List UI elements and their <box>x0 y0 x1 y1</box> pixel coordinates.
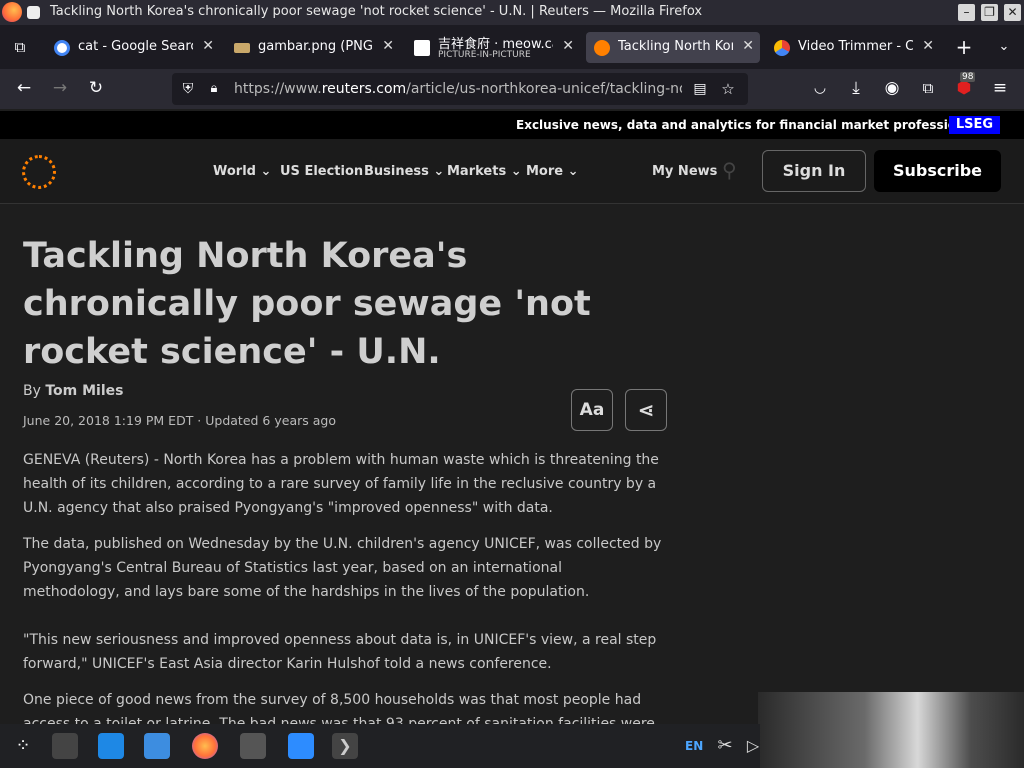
minimize-button[interactable]: – <box>958 4 975 21</box>
lseg-badge[interactable]: LSEG <box>949 116 1000 134</box>
app-launcher-icon[interactable]: ⁘ <box>10 733 36 759</box>
video-trimmer-icon <box>774 40 790 56</box>
tab-label: Tackling North Korea <box>618 39 733 54</box>
navigation-toolbar: ← → ↻ ⛨ 🔒︎ https://www.reuters.com/artic… <box>0 69 1024 109</box>
pip-video[interactable] <box>758 692 1024 768</box>
tab-google[interactable]: cat - Google Search ✕ <box>46 32 220 63</box>
scissors-icon[interactable]: ✂ <box>712 733 738 759</box>
nav-markets[interactable]: Markets ⌄ <box>447 164 522 179</box>
new-tab-icon[interactable]: + <box>952 35 976 59</box>
article-paragraph: One piece of good news from the survey o… <box>23 692 655 724</box>
bookmark-star-icon[interactable]: ☆ <box>716 77 740 101</box>
pocket-icon[interactable]: ◡ <box>808 76 832 100</box>
tab-list-chevron-icon[interactable]: ⌄ <box>992 35 1016 59</box>
close-tab-icon[interactable]: ✕ <box>562 38 574 54</box>
url-bar[interactable]: ⛨ 🔒︎ https://www.reuters.com/article/us-… <box>172 73 748 105</box>
window-title: Tackling North Korea's chronically poor … <box>50 4 703 19</box>
reload-icon[interactable]: ↻ <box>84 76 108 100</box>
url-text[interactable]: https://www.reuters.com/article/us-north… <box>234 81 682 97</box>
tab-overview-icon[interactable]: ⧉ <box>8 35 32 59</box>
close-tab-icon[interactable]: ✕ <box>382 38 394 54</box>
tab-video-trimmer[interactable]: Video Trimmer - Cut ✕ <box>766 32 940 63</box>
tab-gambar[interactable]: gambar.png (PNG Image ✕ <box>226 32 400 63</box>
keyboard-layout[interactable]: EN <box>685 739 703 753</box>
terminal-icon[interactable]: ❯ <box>332 733 358 759</box>
tab-label: Video Trimmer - Cut <box>798 39 913 54</box>
close-tab-icon[interactable]: ✕ <box>202 38 214 54</box>
share-icon[interactable]: ⋖ <box>625 389 667 431</box>
tab-meow-pip[interactable]: 吉祥食府 · meow.cat PICTURE-IN-PICTURE ✕ <box>406 32 580 63</box>
article-paragraph: "This new seriousness and improved openn… <box>23 632 657 672</box>
article-paragraph: The data, published on Wednesday by the … <box>23 536 662 600</box>
tab-bar: ⧉ cat - Google Search ✕ gambar.png (PNG … <box>0 25 1024 69</box>
image-icon <box>234 43 250 53</box>
media-play-icon[interactable]: ▷ <box>740 733 766 759</box>
reuters-logo-icon[interactable] <box>22 155 56 189</box>
extension-badge: 98 <box>960 72 976 82</box>
menu-icon[interactable]: ≡ <box>988 76 1012 100</box>
nav-business[interactable]: Business ⌄ <box>364 164 444 179</box>
text-size-button[interactable]: Aa <box>571 389 613 431</box>
document-icon[interactable] <box>288 733 314 759</box>
firefox-logo-icon <box>2 2 22 22</box>
store-icon[interactable] <box>98 733 124 759</box>
file-manager-icon[interactable] <box>144 733 170 759</box>
close-tab-icon[interactable]: ✕ <box>742 38 754 54</box>
account-icon[interactable]: ◉ <box>880 76 904 100</box>
lock-icon[interactable]: 🔒︎ <box>202 77 226 101</box>
forward-icon[interactable]: → <box>48 76 72 100</box>
google-icon <box>54 40 70 56</box>
downloads-icon[interactable]: ⤓ <box>844 76 868 100</box>
pip-label: PICTURE-IN-PICTURE <box>438 50 531 60</box>
close-window-button[interactable]: ✕ <box>1004 4 1021 21</box>
promo-text[interactable]: Exclusive news, data and analytics for f… <box>516 118 984 132</box>
tab-reuters-active[interactable]: Tackling North Korea ✕ <box>586 32 760 63</box>
cat-icon <box>414 40 430 56</box>
tab-label: gambar.png (PNG Image <box>258 39 373 54</box>
back-icon[interactable]: ← <box>12 76 36 100</box>
sign-in-button[interactable]: Sign In <box>762 150 866 192</box>
reader-view-icon[interactable]: ▤ <box>688 77 712 101</box>
my-news-link[interactable]: My News <box>652 164 717 179</box>
author-link[interactable]: Tom Miles <box>45 383 123 399</box>
tab-label: cat - Google Search <box>78 39 193 54</box>
maximize-button[interactable]: ❐ <box>981 4 998 21</box>
article-headline: Tackling North Korea's chronically poor … <box>23 236 591 372</box>
shield-icon[interactable]: ⛨ <box>176 77 200 101</box>
search-icon[interactable]: ⚲ <box>722 158 737 182</box>
video-player-icon[interactable] <box>240 733 266 759</box>
article-paragraph: GENEVA (Reuters) - North Korea has a pro… <box>23 452 659 516</box>
subscribe-button[interactable]: Subscribe <box>874 150 1001 192</box>
page-favicon-icon <box>27 6 40 19</box>
article-date: June 20, 2018 1:19 PM EDT · Updated 6 ye… <box>23 413 336 428</box>
window-titlebar: Tackling North Korea's chronically poor … <box>0 0 1024 25</box>
byline: By Tom Miles <box>23 383 124 399</box>
reuters-icon <box>594 40 610 56</box>
extensions-icon[interactable]: ⧉ <box>916 76 940 100</box>
nav-more[interactable]: More ⌄ <box>526 164 579 179</box>
firefox-taskbar-icon[interactable] <box>192 733 218 759</box>
nav-us-election[interactable]: US Election <box>280 164 363 179</box>
close-tab-icon[interactable]: ✕ <box>922 38 934 54</box>
promo-strip: Exclusive news, data and analytics for f… <box>0 111 1024 139</box>
nav-world[interactable]: World ⌄ <box>213 164 271 179</box>
system-taskbar: ⁘ ❯ EN ✂ ▷ <box>0 724 760 768</box>
system-settings-icon[interactable] <box>52 733 78 759</box>
